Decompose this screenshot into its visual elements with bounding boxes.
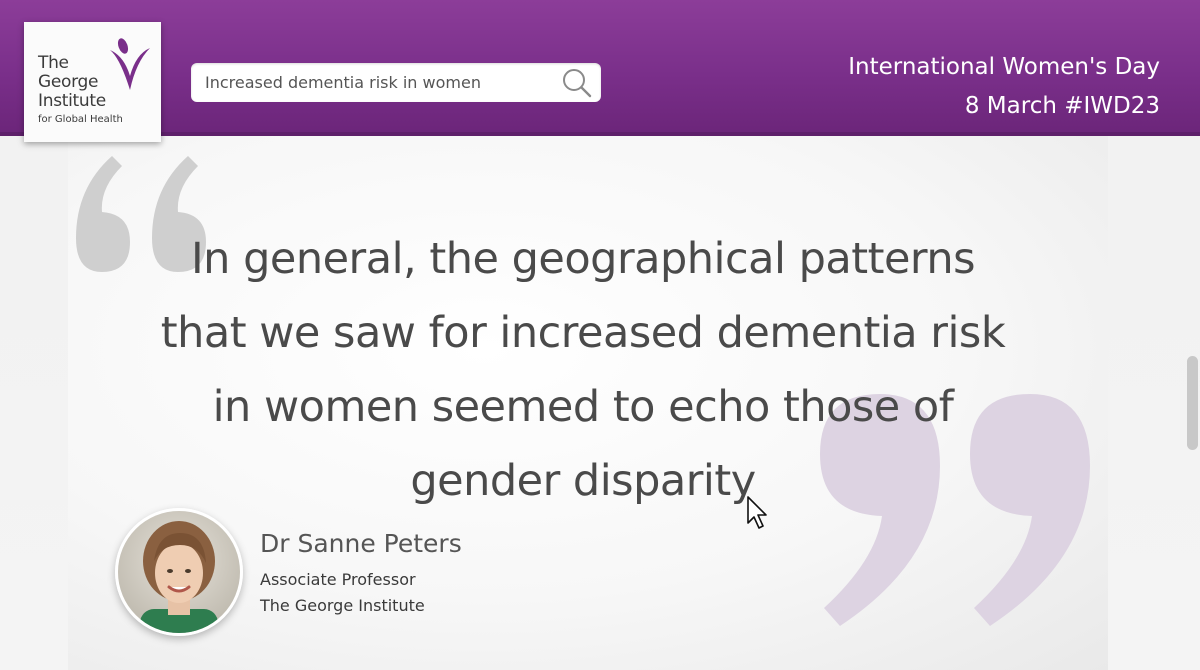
speaker-organisation: The George Institute: [260, 596, 425, 615]
speaker-photo: [118, 511, 240, 633]
scrollbar-thumb[interactable]: [1187, 356, 1198, 450]
quote-line-4: gender disparity: [410, 456, 756, 506]
event-title: International Women's Day: [848, 54, 1160, 80]
logo-wordmark: The George Institute for Global Health: [38, 54, 123, 128]
logo-line-tagline: for Global Health: [38, 114, 123, 125]
speaker-details: Dr Sanne Peters Associate Professor The …: [260, 527, 462, 619]
speaker-role: Associate Professor: [260, 570, 416, 589]
search-icon[interactable]: [561, 67, 593, 99]
event-date-hashtag: 8 March #IWD23: [964, 93, 1160, 119]
logo-line-the: The: [38, 53, 69, 73]
quote-line-2: that we saw for increased dementia risk: [160, 308, 1006, 358]
quote-text: In general, the geographical patterns th…: [118, 222, 1048, 518]
george-institute-logo[interactable]: The George Institute for Global Health: [24, 22, 161, 142]
page: The George Institute for Global Health I…: [0, 0, 1200, 670]
quote-line-1: In general, the geographical patterns: [191, 234, 976, 284]
speaker-name: Dr Sanne Peters: [260, 529, 462, 558]
quote-line-3: in women seemed to echo those of: [212, 382, 954, 432]
event-caption: International Women's Day 8 March #IWD23: [848, 48, 1160, 126]
logo-line-george: George: [38, 72, 99, 92]
mouse-pointer-icon: [747, 496, 767, 529]
search-input[interactable]: [205, 63, 545, 102]
speaker-avatar: [115, 508, 243, 636]
search-bar[interactable]: [191, 63, 601, 102]
logo-line-institute: Institute: [38, 91, 106, 111]
